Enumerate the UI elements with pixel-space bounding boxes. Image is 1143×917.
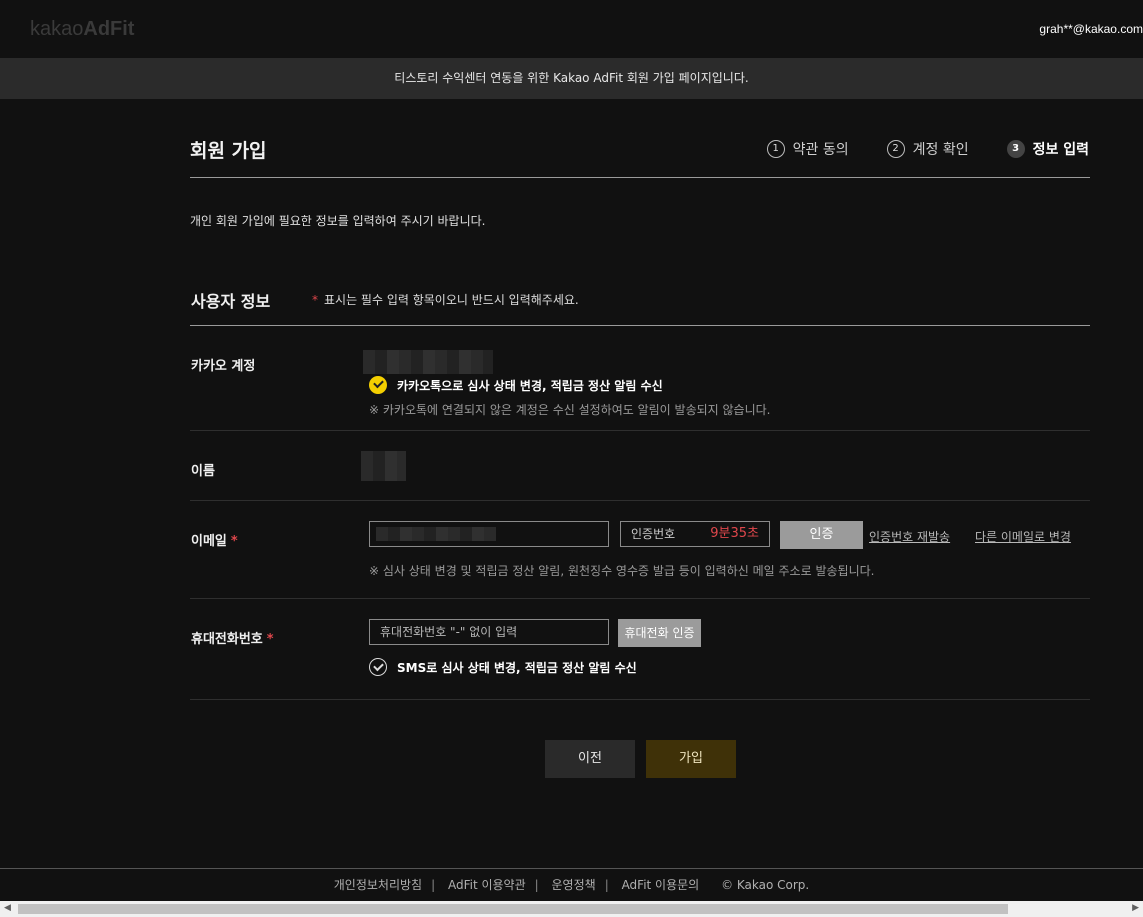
step-number: 3 [1006,140,1025,158]
email-value-redacted [376,527,496,541]
step-number: 2 [886,140,905,158]
kakao-account-value-redacted [363,350,493,374]
scroll-right-icon[interactable]: ▶ [1132,903,1139,913]
email-label: 이메일 * [191,534,238,549]
prev-button[interactable]: 이전 [545,740,635,778]
page-title: 회원 가입 [190,140,267,162]
email-verify-button[interactable]: 인증 [780,521,863,549]
phone-placeholder: 휴대전화번호 "-" 없이 입력 [380,625,518,639]
step-account: 2 계정 확인 [886,139,969,159]
kakao-account-label: 카카오 계정 [191,359,256,374]
footer-link-privacy[interactable]: 개인정보처리방침 [334,878,422,892]
name-value-redacted [361,451,406,481]
phone-label: 휴대전화번호 * [191,632,274,647]
sms-notify-checkbox[interactable]: SMS로 심사 상태 변경, 적립금 정산 알림 수신 [369,658,637,676]
email-input[interactable] [369,521,609,547]
user-email[interactable]: grah**@kakao.com [1039,22,1143,36]
email-code-placeholder: 인증번호 [631,527,676,541]
footer-link-inquiry[interactable]: AdFit 이용문의 [622,878,700,892]
sms-notify-label: SMS로 심사 상태 변경, 적립금 정산 알림 수신 [397,660,637,675]
step-label: 계정 확인 [912,142,969,158]
required-asterisk: * [266,632,274,647]
required-asterisk: * [230,534,238,549]
change-email-link[interactable]: 다른 이메일로 변경 [975,528,1071,545]
step-indicator: 1 약관 동의 2 계정 확인 3 정보 입력 [729,139,1089,159]
notice-banner: 티스토리 수익센터 연동을 위한 Kakao AdFit 회원 가입 페이지입니… [0,58,1143,99]
kakaotalk-hint: ※ 카카오톡에 연결되지 않은 계정은 수신 설정하여도 알림이 발송되지 않습… [369,403,771,417]
resend-code-link[interactable]: 인증번호 재발송 [869,528,950,545]
phone-verify-button[interactable]: 휴대전화 인증 [618,619,701,647]
divider [190,430,1090,431]
scrollbar-thumb[interactable] [18,904,1008,914]
email-code-timer: 9분35초 [710,526,759,541]
footer: 개인정보처리방침 | AdFit 이용약관 | 운영정책 | AdFit 이용문의 ©… [333,878,810,892]
divider [190,500,1090,501]
email-hint: ※ 심사 상태 변경 및 적립금 정산 알림, 원천징수 영수증 발급 등이 입… [369,564,875,578]
copyright: © Kakao Corp. [721,878,810,892]
kakaotalk-notify-checkbox[interactable]: 카카오톡으로 심사 상태 변경, 적립금 정산 알림 수신 [369,376,663,394]
join-button[interactable]: 가입 [646,740,736,778]
intro-text: 개인 회원 가입에 필요한 정보를 입력하여 주시기 바랍니다. [190,214,486,228]
horizontal-scrollbar[interactable]: ◀ ▶ [0,901,1143,917]
required-note: * 표시는 필수 입력 항목이오니 반드시 입력해주세요. [312,293,579,307]
divider [190,699,1090,700]
phone-input[interactable]: 휴대전화번호 "-" 없이 입력 [369,619,609,645]
section-title: 사용자 정보 [191,292,271,311]
footer-link-policy[interactable]: 운영정책 [552,878,596,892]
check-circle-icon [369,658,387,676]
step-info: 3 정보 입력 [1006,139,1089,159]
step-label: 정보 입력 [1032,142,1089,158]
divider [190,177,1090,178]
scroll-left-icon[interactable]: ◀ [4,903,11,913]
step-terms: 1 약관 동의 [766,139,849,159]
divider [190,598,1090,599]
footer-divider [0,868,1143,869]
name-label: 이름 [191,464,215,479]
divider [190,325,1090,326]
top-bar: kakaoAdFit grah**@kakao.com [0,0,1143,58]
required-asterisk: * [312,293,318,307]
email-code-input[interactable]: 인증번호 9분35초 [620,521,770,547]
check-circle-icon [369,376,387,394]
footer-link-terms[interactable]: AdFit 이용약관 [448,878,526,892]
step-label: 약관 동의 [792,142,849,158]
kakaotalk-notify-label: 카카오톡으로 심사 상태 변경, 적립금 정산 알림 수신 [397,378,663,393]
step-number: 1 [766,140,785,158]
kakao-adfit-logo[interactable]: kakaoAdFit [30,18,134,41]
